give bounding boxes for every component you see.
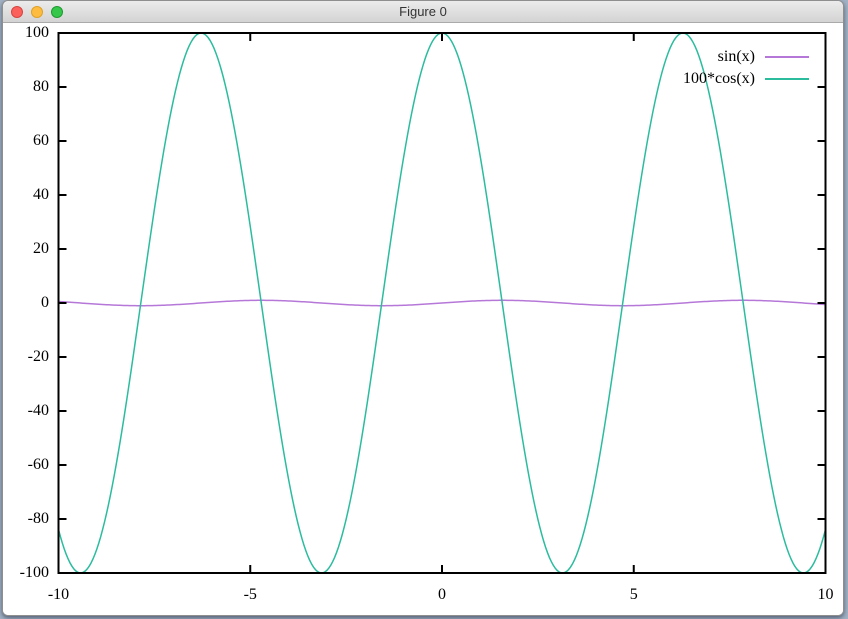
- y-tick-label: -20: [3, 348, 49, 366]
- y-tick-label: 40: [3, 186, 49, 204]
- y-tick-label: 0: [3, 294, 49, 312]
- legend-label: sin(x): [718, 48, 755, 66]
- plot-canvas: -100 -80 -60 -40 -20 0 20 40 60 80 100 -10 -5 0 5 10 sin…: [3, 23, 844, 616]
- legend-item: sin(x): [683, 46, 809, 68]
- window-titlebar[interactable]: Figure 0: [3, 1, 843, 23]
- legend-item: 100*cos(x): [683, 68, 809, 90]
- curve-sin-0: [59, 300, 826, 305]
- x-tick-label: 0: [412, 586, 472, 604]
- y-tick-label: 60: [3, 132, 49, 150]
- x-tick-label: -10: [29, 586, 89, 604]
- legend-line-sample: [765, 78, 809, 80]
- y-tick-label: 20: [3, 240, 49, 258]
- y-tick-label: -60: [3, 456, 49, 474]
- x-tick-label: 10: [796, 586, 845, 604]
- x-tick-label: 5: [604, 586, 664, 604]
- window-title: Figure 0: [3, 1, 843, 23]
- y-tick-label: 80: [3, 78, 49, 96]
- legend-line-sample: [765, 56, 809, 58]
- x-tick-label: -5: [220, 586, 280, 604]
- y-tick-label: -40: [3, 402, 49, 420]
- y-tick-label: -80: [3, 510, 49, 528]
- y-tick-label: -100: [3, 564, 49, 582]
- y-tick-label: 100: [3, 24, 49, 42]
- plot-svg: [3, 23, 844, 616]
- legend: sin(x) 100*cos(x): [683, 46, 809, 90]
- legend-label: 100*cos(x): [683, 70, 755, 88]
- gnuplot-figure-window: Figure 0 -100-80-60-40-20020406080100-10…: [2, 0, 844, 616]
